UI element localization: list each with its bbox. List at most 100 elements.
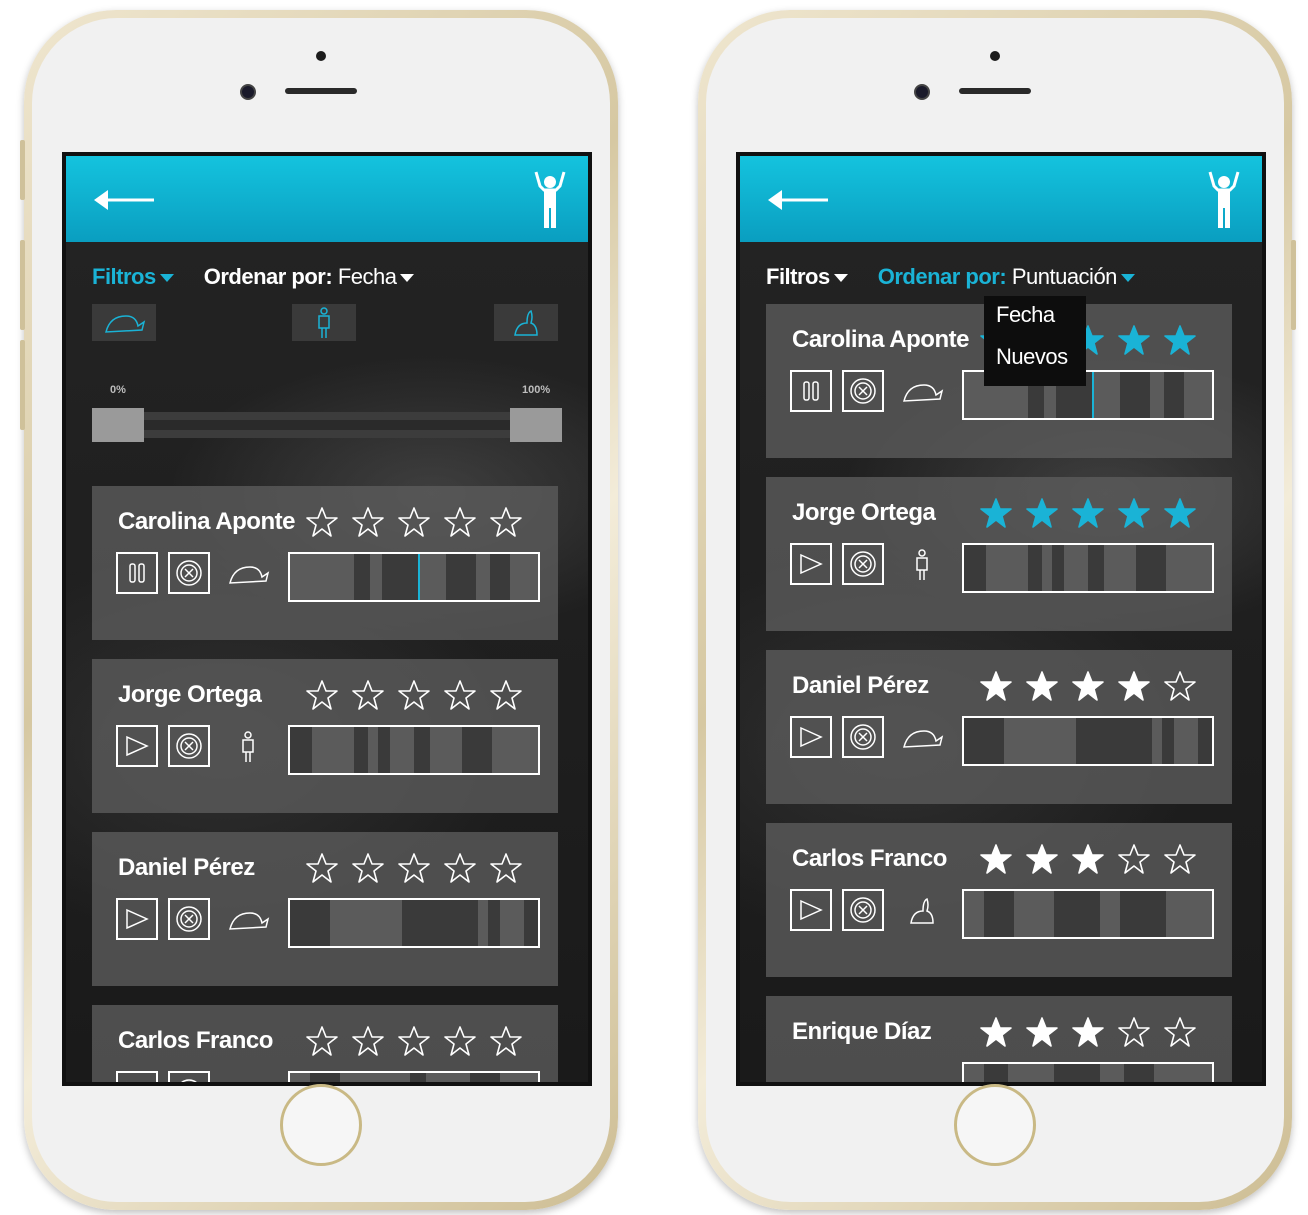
rating-stars[interactable]	[980, 670, 1196, 702]
coach-icon[interactable]	[1204, 170, 1244, 230]
star-outline-icon[interactable]	[444, 506, 476, 538]
play-button[interactable]	[790, 716, 832, 758]
waveform-timeline[interactable]	[962, 1062, 1214, 1082]
star-outline-icon[interactable]	[490, 679, 522, 711]
star-outline-icon[interactable]	[398, 679, 430, 711]
recording-card[interactable]: Jorge Ortega	[766, 477, 1232, 631]
sort-dropdown[interactable]: Ordenar por: Fecha	[204, 264, 415, 290]
waveform-timeline[interactable]	[288, 552, 540, 602]
star-outline-icon[interactable]	[398, 1025, 430, 1057]
home-button[interactable]	[954, 1084, 1036, 1166]
slider-min-handle[interactable]	[92, 408, 144, 442]
star-outline-icon[interactable]	[1164, 670, 1196, 702]
delete-button[interactable]	[842, 716, 884, 758]
completion-range-slider[interactable]: 0% 100%	[92, 384, 562, 444]
star-outline-icon[interactable]	[1164, 1016, 1196, 1048]
star-outline-icon[interactable]	[444, 679, 476, 711]
back-arrow-icon[interactable]	[94, 188, 156, 212]
coach-icon[interactable]	[530, 170, 570, 230]
star-outline-icon[interactable]	[490, 852, 522, 884]
star-outline-icon[interactable]	[306, 1025, 338, 1057]
star-filled-icon[interactable]	[1026, 843, 1058, 875]
star-outline-icon[interactable]	[444, 852, 476, 884]
star-outline-icon[interactable]	[352, 852, 384, 884]
star-filled-icon[interactable]	[980, 670, 1012, 702]
delete-button[interactable]	[842, 889, 884, 931]
star-outline-icon[interactable]	[352, 506, 384, 538]
star-outline-icon[interactable]	[306, 679, 338, 711]
star-outline-icon[interactable]	[444, 1025, 476, 1057]
recording-card[interactable]: Carlos Franco	[766, 823, 1232, 977]
pause-button[interactable]	[116, 552, 158, 594]
star-filled-icon[interactable]	[1026, 497, 1058, 529]
delete-button[interactable]	[168, 898, 210, 940]
delete-button[interactable]	[842, 543, 884, 585]
delete-button[interactable]	[168, 725, 210, 767]
waveform-timeline[interactable]	[288, 725, 540, 775]
star-filled-icon[interactable]	[980, 843, 1012, 875]
recording-card[interactable]: Enrique Díaz	[766, 996, 1232, 1082]
recording-card[interactable]: Daniel Pérez	[92, 832, 558, 986]
star-outline-icon[interactable]	[306, 506, 338, 538]
star-filled-icon[interactable]	[1072, 670, 1104, 702]
back-arrow-icon[interactable]	[768, 188, 830, 212]
rating-stars[interactable]	[306, 852, 522, 884]
star-filled-icon[interactable]	[980, 1016, 1012, 1048]
star-outline-icon[interactable]	[398, 852, 430, 884]
slider-track[interactable]	[92, 412, 562, 438]
star-filled-icon[interactable]	[1072, 497, 1104, 529]
sort-option-fecha[interactable]: Fecha	[996, 302, 1055, 328]
star-filled-icon[interactable]	[1118, 497, 1150, 529]
star-filled-icon[interactable]	[1072, 1016, 1104, 1048]
pause-button[interactable]	[790, 370, 832, 412]
star-outline-icon[interactable]	[352, 679, 384, 711]
recording-card[interactable]: Daniel Pérez	[766, 650, 1232, 804]
star-filled-icon[interactable]	[1026, 670, 1058, 702]
play-button[interactable]	[116, 898, 158, 940]
delete-button[interactable]	[168, 552, 210, 594]
star-outline-icon[interactable]	[398, 506, 430, 538]
waveform-timeline[interactable]	[962, 543, 1214, 593]
play-button[interactable]	[116, 725, 158, 767]
star-filled-icon[interactable]	[1072, 843, 1104, 875]
slider-max-handle[interactable]	[510, 408, 562, 442]
star-outline-icon[interactable]	[352, 1025, 384, 1057]
home-button[interactable]	[280, 1084, 362, 1166]
star-outline-icon[interactable]	[1118, 843, 1150, 875]
play-button[interactable]	[116, 1071, 158, 1082]
delete-button[interactable]	[168, 1071, 210, 1082]
star-outline-icon[interactable]	[1164, 843, 1196, 875]
filters-dropdown[interactable]: Filtros	[766, 264, 848, 290]
rating-stars[interactable]	[980, 497, 1196, 529]
filter-normal-button[interactable]	[292, 304, 356, 344]
waveform-timeline[interactable]	[288, 898, 540, 948]
star-filled-icon[interactable]	[1026, 1016, 1058, 1048]
filter-fast-button[interactable]	[494, 304, 558, 344]
rating-stars[interactable]	[980, 1016, 1196, 1048]
star-filled-icon[interactable]	[1118, 324, 1150, 356]
star-filled-icon[interactable]	[1164, 497, 1196, 529]
recording-card[interactable]: Carolina Aponte	[92, 486, 558, 640]
recording-card[interactable]: Jorge Ortega	[92, 659, 558, 813]
recording-card[interactable]: Carlos Franco	[92, 1005, 558, 1082]
filter-slow-button[interactable]	[92, 304, 156, 344]
star-filled-icon[interactable]	[980, 497, 1012, 529]
play-button[interactable]	[790, 889, 832, 931]
star-outline-icon[interactable]	[490, 1025, 522, 1057]
star-outline-icon[interactable]	[490, 506, 522, 538]
sort-dropdown[interactable]: Ordenar por: Puntuación	[878, 264, 1135, 290]
star-outline-icon[interactable]	[306, 852, 338, 884]
waveform-timeline[interactable]	[962, 889, 1214, 939]
filters-dropdown[interactable]: Filtros	[92, 264, 174, 290]
rating-stars[interactable]	[306, 1025, 522, 1057]
rating-stars[interactable]	[306, 506, 522, 538]
waveform-timeline[interactable]	[962, 716, 1214, 766]
play-button[interactable]	[790, 543, 832, 585]
rating-stars[interactable]	[306, 679, 522, 711]
star-filled-icon[interactable]	[1164, 324, 1196, 356]
star-outline-icon[interactable]	[1118, 1016, 1150, 1048]
star-filled-icon[interactable]	[1118, 670, 1150, 702]
sort-option-nuevos[interactable]: Nuevos	[996, 344, 1068, 370]
rating-stars[interactable]	[980, 843, 1196, 875]
delete-button[interactable]	[842, 370, 884, 412]
